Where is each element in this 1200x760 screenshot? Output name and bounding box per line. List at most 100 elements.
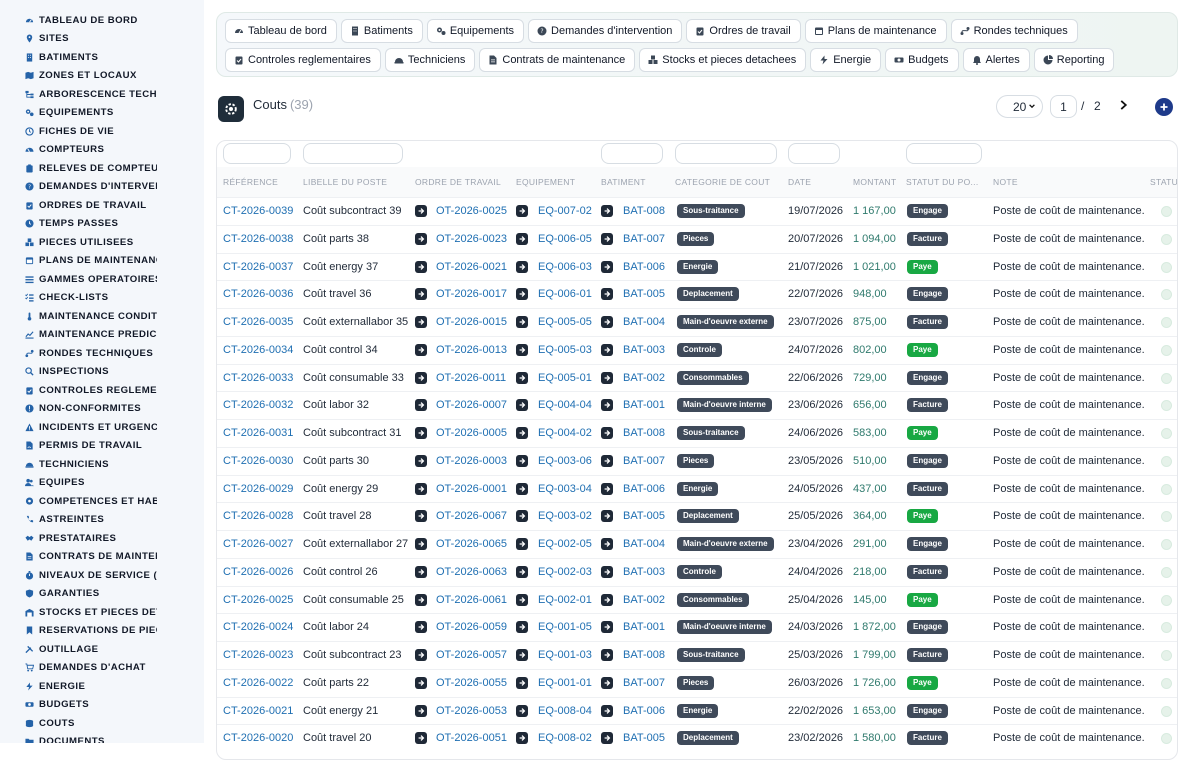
sidebar-item-documents[interactable]: DOCUMENTS — [0, 733, 204, 743]
table-row[interactable]: CT-2026-0024 Coût labor 24 OT-2026-0059 EQ-… — [217, 613, 1177, 641]
table-row[interactable]: CT-2026-0032 Coût labor 32 OT-2026-0007 EQ-… — [217, 391, 1177, 419]
open-link-icon[interactable] — [415, 399, 427, 412]
equipment-link[interactable]: EQ-005-03 — [538, 344, 592, 356]
sidebar-item-sites[interactable]: SITES — [0, 30, 204, 49]
open-link-icon[interactable] — [415, 538, 427, 550]
building-link[interactable]: BAT-005 — [623, 732, 665, 744]
nav-contrats-de-maintenance-button[interactable]: Contrats de maintenance — [479, 48, 636, 72]
sidebar-item-gammes-operatoires[interactable]: GAMMES OPERATOIRES — [0, 270, 204, 289]
open-link-icon[interactable] — [601, 260, 613, 273]
work-order-link[interactable]: OT-2026-0011 — [436, 372, 506, 384]
building-link[interactable]: BAT-003 — [623, 344, 665, 356]
page-size-select[interactable]: 20 — [996, 95, 1043, 118]
nav-equipements-button[interactable]: Equipements — [426, 19, 525, 43]
sidebar-item-equipes[interactable]: EQUIPES — [0, 474, 204, 493]
open-link-icon[interactable] — [516, 454, 528, 467]
sidebar-item-controles-reglement[interactable]: CONTROLES REGLEMENT — [0, 381, 204, 400]
nav-techniciens-button[interactable]: Techniciens — [384, 48, 476, 72]
table-row[interactable]: CT-2026-0036 Coût travel 36 OT-2026-0017 EQ… — [217, 280, 1177, 308]
nav-stocks-et-pieces-detachees-button[interactable]: Stocks et pieces detachees — [639, 48, 807, 72]
sidebar-item-compteurs[interactable]: COMPTEURS — [0, 141, 204, 160]
sidebar-item-niveaux-de-service-sl[interactable]: NIVEAUX DE SERVICE (SL — [0, 566, 204, 585]
open-link-icon[interactable] — [516, 676, 528, 689]
equipment-link[interactable]: EQ-005-01 — [538, 372, 592, 384]
work-order-link[interactable]: OT-2026-0063 — [436, 566, 507, 578]
table-row[interactable]: CT-2026-0026 Coût control 26 OT-2026-0063 E… — [217, 557, 1177, 586]
sidebar-item-rondes-techniques[interactable]: RONDES TECHNIQUES — [0, 344, 204, 363]
nav-demandes-d-intervention-button[interactable]: ? Demandes d'intervention — [528, 19, 683, 43]
reference-link[interactable]: CT-2026-0036 — [223, 288, 293, 300]
reference-link[interactable]: CT-2026-0025 — [223, 594, 293, 606]
reference-link[interactable]: CT-2026-0026 — [223, 566, 293, 578]
open-link-icon[interactable] — [415, 288, 427, 301]
open-link-icon[interactable] — [415, 621, 427, 634]
open-link-icon[interactable] — [601, 704, 613, 717]
work-order-link[interactable]: OT-2026-0023 — [436, 233, 507, 245]
work-order-link[interactable]: OT-2026-0007 — [436, 399, 507, 411]
table-row[interactable]: CT-2026-0021 Coût energy 21 OT-2026-0053 EQ… — [217, 696, 1177, 725]
equipment-link[interactable]: EQ-002-03 — [538, 566, 592, 578]
table-row[interactable]: CT-2026-0038 Coût parts 38 OT-2026-0023 EQ-… — [217, 224, 1177, 253]
reference-link[interactable]: CT-2026-0034 — [223, 344, 293, 356]
column-header[interactable]: STATUT DU PO... — [906, 177, 979, 187]
sidebar-item-reservations-de-piece[interactable]: RESERVATIONS DE PIECE — [0, 622, 204, 641]
sidebar-item-techniciens[interactable]: TECHNICIENS — [0, 455, 204, 474]
work-order-link[interactable]: OT-2026-0017 — [436, 288, 507, 300]
equipment-link[interactable]: EQ-005-05 — [538, 316, 592, 328]
sidebar-item-incidents-et-urgences[interactable]: INCIDENTS ET URGENCES — [0, 418, 204, 437]
work-order-link[interactable]: OT-2026-0001 — [436, 483, 507, 495]
building-link[interactable]: BAT-004 — [623, 538, 665, 550]
column-header[interactable]: MONTANT — [853, 177, 897, 187]
equipment-link[interactable]: EQ-001-03 — [538, 649, 592, 661]
equipment-link[interactable]: EQ-006-05 — [538, 233, 592, 245]
equipment-link[interactable]: EQ-003-02 — [538, 510, 592, 522]
sidebar-item-prestataires[interactable]: PRESTATAIRES — [0, 529, 204, 548]
open-link-icon[interactable] — [516, 260, 528, 273]
reference-link[interactable]: CT-2026-0032 — [223, 399, 293, 411]
open-link-icon[interactable] — [516, 343, 528, 356]
equipment-link[interactable]: EQ-004-02 — [538, 427, 592, 439]
open-link-icon[interactable] — [601, 732, 613, 745]
reference-link[interactable]: CT-2026-0039 — [223, 205, 293, 217]
open-link-icon[interactable] — [601, 205, 613, 217]
column-header[interactable]: CATEGORIE DE COUT — [675, 177, 770, 187]
table-row[interactable]: CT-2026-0030 Coût parts 30 OT-2026-0003 EQ-… — [217, 446, 1177, 475]
open-link-icon[interactable] — [601, 538, 613, 550]
open-link-icon[interactable] — [516, 565, 528, 578]
sidebar-item-tableau-de-bord[interactable]: TABLEAU DE BORD — [0, 11, 204, 30]
sidebar-item-equipements[interactable]: EQUIPEMENTS — [0, 104, 204, 123]
reference-link[interactable]: CT-2026-0035 — [223, 316, 293, 328]
equipment-link[interactable]: EQ-004-04 — [538, 399, 592, 411]
building-link[interactable]: BAT-006 — [623, 705, 665, 717]
table-row[interactable]: CT-2026-0035 Coût externallabor 35 OT-2026… — [217, 308, 1177, 336]
work-order-link[interactable]: OT-2026-0003 — [436, 455, 507, 467]
reference-link[interactable]: CT-2026-0028 — [223, 510, 293, 522]
table-row[interactable]: CT-2026-0039 Coût subcontract 39 OT-2026-0… — [217, 197, 1177, 225]
table-row[interactable]: CT-2026-0022 Coût parts 22 OT-2026-0055 EQ-… — [217, 668, 1177, 697]
equipment-link[interactable]: EQ-008-02 — [538, 732, 592, 744]
filter-libelle[interactable] — [303, 143, 403, 164]
equipment-link[interactable]: EQ-003-04 — [538, 483, 592, 495]
sidebar-item-check-lists[interactable]: CHECK-LISTS — [0, 289, 204, 308]
nav-reporting-button[interactable]: Reporting — [1033, 48, 1115, 72]
table-row[interactable]: CT-2026-0025 Coût consumable 25 OT-2026-00… — [217, 585, 1177, 614]
open-link-icon[interactable] — [415, 593, 427, 606]
reference-link[interactable]: CT-2026-0022 — [223, 677, 293, 689]
reference-link[interactable]: CT-2026-0038 — [223, 233, 293, 245]
reference-link[interactable]: CT-2026-0021 — [223, 705, 293, 717]
sidebar-item-pieces-utilisees[interactable]: PIECES UTILISEES — [0, 233, 204, 252]
page-number-input[interactable]: 1 — [1050, 95, 1077, 118]
work-order-link[interactable]: OT-2026-0061 — [436, 594, 507, 606]
equipment-link[interactable]: EQ-001-05 — [538, 621, 592, 633]
table-row[interactable]: CT-2026-0020 Coût travel 20 OT-2026-0051 EQ… — [217, 724, 1177, 752]
column-header[interactable]: BATIMENT — [601, 177, 646, 187]
work-order-link[interactable]: OT-2026-0025 — [436, 205, 507, 217]
building-link[interactable]: BAT-005 — [623, 288, 665, 300]
nav-rondes-techniques-button[interactable]: Rondes techniques — [950, 19, 1078, 43]
work-order-link[interactable]: OT-2026-0051 — [436, 732, 507, 744]
table-row[interactable]: CT-2026-0031 Coût subcontract 31 OT-2026-0… — [217, 419, 1177, 447]
filter-categorie[interactable] — [675, 143, 777, 164]
open-link-icon[interactable] — [415, 510, 427, 523]
column-header[interactable]: LIBELLE DU POSTE — [303, 177, 387, 187]
table-row[interactable]: CT-2026-0033 Coût consumable 33 OT-2026-00… — [217, 363, 1177, 392]
